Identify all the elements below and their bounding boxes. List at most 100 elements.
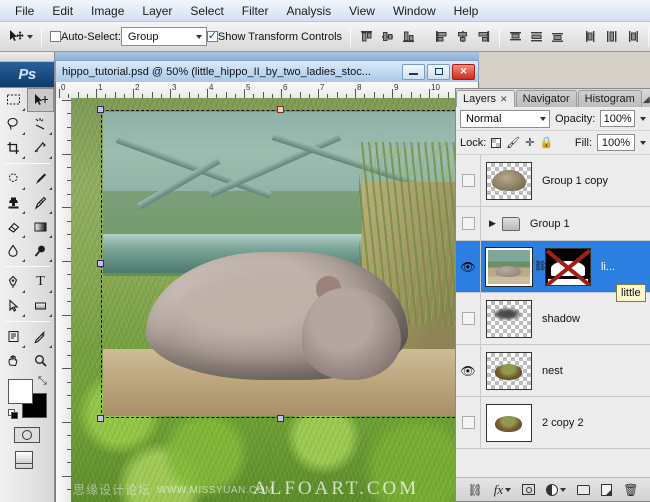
tab-histogram[interactable]: Histogram [578,90,642,107]
link-mask-icon[interactable]: ⛓ [534,261,543,272]
blur-tool-icon[interactable] [0,239,27,263]
history-brush-tool-icon[interactable] [27,191,54,215]
align-right-edges-icon[interactable] [476,29,491,44]
crop-tool-icon[interactable] [0,136,27,160]
gradient-tool-icon[interactable] [27,215,54,239]
blend-mode-chevron-down-icon[interactable] [540,117,546,121]
healing-brush-tool-icon[interactable] [0,167,27,191]
align-bottom-edges-icon[interactable] [401,29,416,44]
horizontal-ruler[interactable]: 012345678910 [55,82,479,98]
menu-item-analysis[interactable]: Analysis [277,2,340,20]
auto-select-checkbox[interactable] [50,31,61,42]
tool-preset-chevron-down-icon[interactable] [27,35,33,39]
layer-name[interactable]: li... [601,261,615,273]
canvas-area[interactable]: 思缘设计论坛 WWW.MISSYUAN.COM ALFOART.COM [71,98,478,502]
table-row[interactable]: ▶ Group 1 [456,207,650,241]
layer-mask-thumbnail[interactable] [545,248,591,286]
layer-thumbnail[interactable] [486,404,532,442]
slice-tool-icon[interactable] [27,136,54,160]
active-tool-preset[interactable] [8,29,33,45]
menu-item-help[interactable]: Help [445,2,488,20]
layer-visibility-toggle[interactable] [456,174,480,187]
layer-thumbnail[interactable] [486,162,532,200]
menu-item-filter[interactable]: Filter [233,2,278,20]
auto-select-chevron-down-icon[interactable] [196,35,202,39]
layers-list[interactable]: Group 1 copy ▶ Group 1 👁 ⛓ li... [456,155,650,477]
brush-tool-icon[interactable] [27,167,54,191]
layer-name[interactable]: 2 copy 2 [542,417,584,429]
menu-item-layer[interactable]: Layer [133,2,181,20]
swap-colors-icon[interactable]: ⤡ [38,375,47,388]
opacity-slider-chevron-icon[interactable] [640,117,646,121]
layer-visibility-toggle[interactable]: 👁 [456,260,480,274]
foreground-color-swatch[interactable] [8,379,33,404]
tab-layers[interactable]: Layers ✕ [456,90,515,107]
delete-layer-icon[interactable]: 🗑 [623,483,638,497]
layer-name[interactable]: nest [542,365,563,377]
vertical-ruler[interactable] [55,98,71,502]
layer-name[interactable]: Group 1 copy [542,175,608,187]
add-layer-mask-icon[interactable] [522,484,535,495]
new-adjustment-layer-icon[interactable] [546,484,566,496]
layer-visibility-toggle[interactable] [456,312,480,325]
screen-mode-icon[interactable] [0,451,54,469]
fill-input[interactable]: 100% [597,134,635,151]
layer-thumbnail[interactable] [486,352,532,390]
layer-thumbnail[interactable] [486,248,532,286]
fill-slider-chevron-icon[interactable] [640,141,646,145]
distribute-top-edges-icon[interactable] [508,29,523,44]
distribute-right-edges-icon[interactable] [625,29,640,44]
menu-item-edit[interactable]: Edit [43,2,82,20]
new-group-icon[interactable] [577,485,590,495]
notes-tool-icon[interactable] [0,325,27,349]
eraser-tool-icon[interactable] [0,215,27,239]
show-transform-controls-checkbox[interactable] [207,31,218,42]
layer-style-fx-icon[interactable]: fx [494,482,511,498]
align-left-edges-icon[interactable] [434,29,449,44]
document-title-bar[interactable]: hippo_tutorial.psd @ 50% (little_hippo_I… [55,60,479,82]
table-row[interactable]: 👁 nest [456,345,650,397]
table-row[interactable]: 2 copy 2 [456,397,650,449]
zoom-tool-icon[interactable] [27,349,54,373]
layer-name[interactable]: Group 1 [530,218,570,230]
dodge-tool-icon[interactable] [27,239,54,263]
distribute-bottom-edges-icon[interactable] [550,29,565,44]
minimize-button[interactable] [402,64,425,80]
layer-visibility-toggle[interactable] [456,416,480,429]
lasso-tool-icon[interactable] [0,112,27,136]
magic-wand-tool-icon[interactable] [27,112,54,136]
link-layers-icon[interactable]: ⛓ [468,483,483,497]
rectangle-tool-icon[interactable] [27,294,54,318]
type-tool-icon[interactable]: T [27,270,54,294]
marquee-tool-icon[interactable] [0,88,27,112]
clone-stamp-tool-icon[interactable] [0,191,27,215]
eyedropper-tool-icon[interactable] [27,325,54,349]
hand-tool-icon[interactable] [0,349,27,373]
chevron-right-icon[interactable]: ▶ [489,218,496,229]
pen-tool-icon[interactable] [0,270,27,294]
lock-all-icon[interactable]: 🔒 [539,136,553,149]
move-tool-icon[interactable] [27,88,54,112]
align-top-edges-icon[interactable] [359,29,374,44]
menu-item-window[interactable]: Window [384,2,445,20]
distribute-vertical-centers-icon[interactable] [529,29,544,44]
layer-visibility-toggle[interactable] [456,217,480,230]
distribute-horizontal-centers-icon[interactable] [604,29,619,44]
distribute-left-edges-icon[interactable] [583,29,598,44]
toolbox-drag-handle[interactable] [0,52,54,62]
path-selection-tool-icon[interactable] [0,294,27,318]
tab-navigator[interactable]: Navigator [516,90,577,107]
lock-image-pixels-icon[interactable]: 🖌 [506,136,520,149]
layer-name[interactable]: shadow [542,313,580,325]
lock-transparent-pixels-icon[interactable] [491,138,501,148]
panel-menu-chevron-icon[interactable]: ◢ [643,94,650,107]
new-layer-icon[interactable] [601,484,612,496]
default-colors-icon[interactable] [8,409,19,420]
layer-visibility-toggle[interactable]: 👁 [456,364,480,378]
menu-item-view[interactable]: View [340,2,384,20]
close-button[interactable]: ✕ [452,64,475,80]
opacity-input[interactable]: 100% [600,110,635,127]
menu-item-image[interactable]: Image [82,2,133,20]
blend-mode-dropdown[interactable]: Normal [460,110,550,128]
layer-thumbnail[interactable] [486,300,532,338]
